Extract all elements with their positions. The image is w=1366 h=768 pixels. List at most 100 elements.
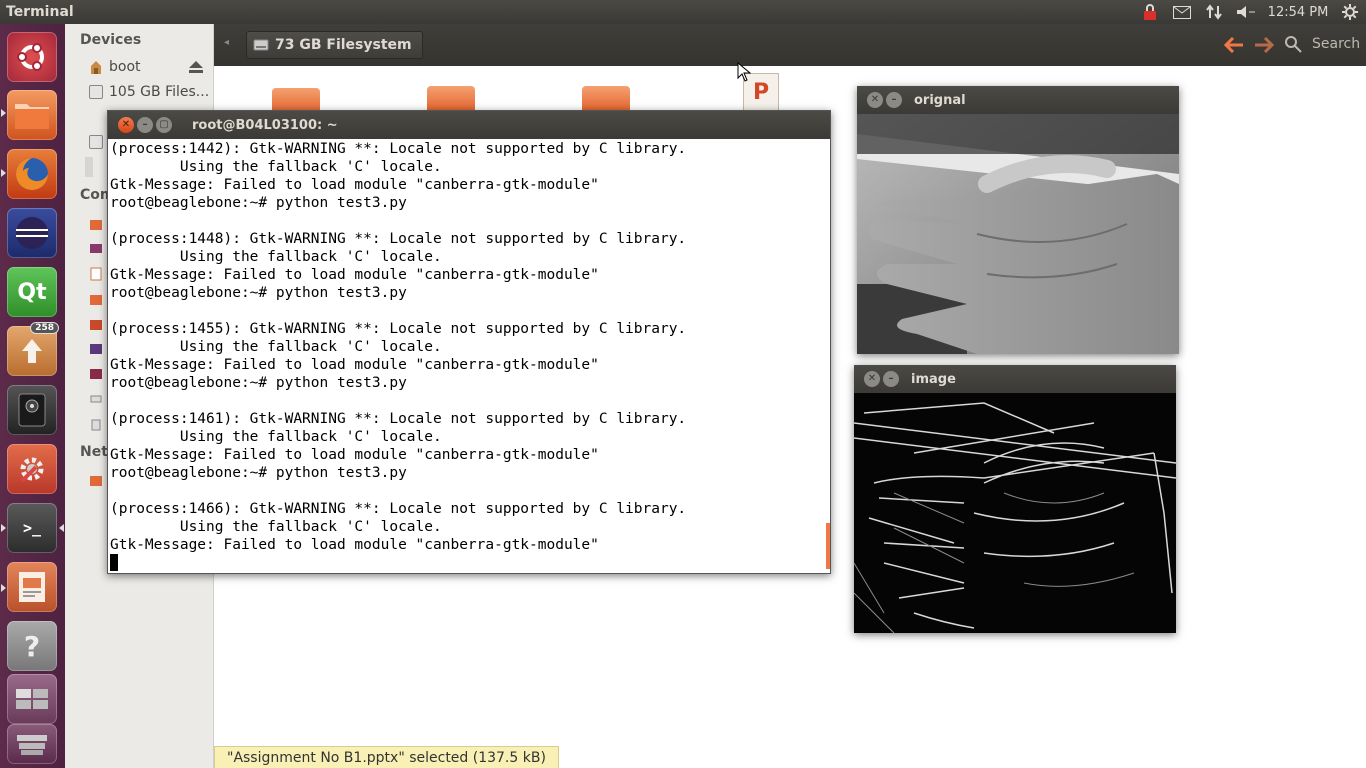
downloads-icon [90,295,102,305]
sidebar-item-browse-network[interactable] [89,470,103,490]
sidebar-item-trash[interactable] [89,414,103,434]
active-app-title: Terminal [6,4,74,20]
terminal-cursor-line[interactable] [110,554,830,572]
close-icon[interactable]: ✕ [867,92,883,108]
system-settings-launcher-button[interactable] [7,444,57,494]
files-launcher-button[interactable] [7,90,57,140]
breadcrumb[interactable]: 73 GB Filesystem [246,31,423,59]
file-manager-toolbar: ◂ 73 GB Filesystem Search [214,24,1366,66]
sidebar-item-videos[interactable] [89,364,103,384]
help-launcher-button[interactable]: ? [7,621,57,671]
terminal-line: root@beaglebone:~# python test3.py [110,375,407,391]
clock[interactable]: 12:54 PM [1262,0,1334,24]
terminal-line: root@beaglebone:~# python test3.py [110,465,407,481]
breadcrumb-left-arrow-icon[interactable]: ◂ [224,37,229,48]
update-count-badge: 258 [30,322,59,334]
running-indicator [1,109,6,117]
sidebar-item-105gb[interactable]: 105 GB Files... [89,82,209,102]
sidebar-item-boot[interactable]: boot [89,57,141,77]
image-edge-window[interactable]: ✕ – image [854,365,1176,633]
workspace-switcher-button[interactable] [7,674,57,724]
volume-icon[interactable] [1230,0,1262,24]
trash-icon [17,735,47,755]
mail-icon[interactable] [1166,0,1198,24]
sidebar-item-desktop[interactable] [89,239,103,259]
qt-creator-launcher-button[interactable]: Qt [7,267,57,317]
update-arrow-icon [22,339,42,363]
orignal-titlebar[interactable]: ✕ – orignal [857,86,1179,114]
sidebar-item-documents[interactable] [89,264,103,284]
terminal-titlebar[interactable]: ✕ – ▢ root@B04L03100: ~ [108,111,830,139]
home-folder-icon [90,220,102,230]
drive-icon [89,135,103,149]
launcher: Qt 258 >_ ? [0,24,65,768]
back-arrow-icon[interactable] [1224,34,1244,56]
eclipse-launcher-button[interactable] [7,208,57,258]
maximize-icon[interactable]: ▢ [156,117,172,133]
sidebar-item-music[interactable] [89,314,103,334]
folder-icon [15,104,49,129]
running-indicator [1,584,6,592]
devices-heading: Devices [80,32,142,48]
impress-launcher-button[interactable] [7,562,57,612]
terminal-line: Using the fallback 'C' locale. [110,519,442,535]
ubuntu-dash-button[interactable] [7,32,57,82]
documents-icon [90,267,102,281]
sidebar-item-home[interactable] [89,214,103,234]
presentation-icon [19,572,45,602]
forward-arrow-icon[interactable] [1254,34,1274,56]
indicator-area: 12:54 PM [1134,0,1366,24]
close-icon[interactable]: ✕ [118,117,134,133]
terminal-line: (process:1442): Gtk-WARNING **: Locale n… [110,141,687,157]
sidebar-item-pictures[interactable] [89,339,103,359]
eclipse-icon [16,217,48,249]
lock-icon[interactable] [1134,0,1166,24]
firefox-launcher-button[interactable] [7,149,57,199]
search-label: Search [1312,36,1361,52]
sidebar-item-drive[interactable] [89,132,103,152]
drive-icon [253,39,269,51]
window-controls: ✕ – [867,92,902,108]
terminal-launcher-button[interactable]: >_ [7,503,57,553]
network-folder-icon [90,476,102,486]
terminal-line: Gtk-Message: Failed to load module "canb… [110,267,599,283]
edge-detected-hand-photo [854,393,1176,633]
trash-button[interactable] [7,724,57,764]
minimize-icon[interactable]: – [137,117,153,133]
sidebar-item-label: boot [109,59,141,75]
top-panel: Terminal 12:54 PM [0,0,1366,24]
terminal-title: root@B04L03100: ~ [192,117,338,133]
terminal-cursor [110,554,118,571]
sidebar-item-downloads[interactable] [89,289,103,309]
scrollbar-thumb[interactable] [826,523,830,569]
trash-small-icon [91,419,101,431]
orignal-image-window[interactable]: ✕ – orignal [857,86,1179,354]
videos-icon [90,369,102,379]
filesystem-icon [90,395,102,403]
sidebar-item-filesystem[interactable] [89,389,103,409]
minimize-icon[interactable]: – [883,371,899,387]
orignal-window-title: orignal [914,92,966,108]
network-icon[interactable] [1198,0,1230,24]
close-icon[interactable]: ✕ [864,371,880,387]
software-updater-launcher-button[interactable]: 258 [7,322,59,376]
search-button[interactable]: Search [1284,35,1360,53]
settings-gear-icon[interactable] [1334,0,1366,24]
sidebar-item-selected[interactable] [85,157,93,177]
terminal-line: (process:1448): Gtk-WARNING **: Locale n… [110,231,687,247]
help-question-icon: ? [23,629,41,663]
minimize-icon[interactable]: – [886,92,902,108]
eject-icon[interactable] [188,60,204,78]
terminal-line: (process:1455): Gtk-WARNING **: Locale n… [110,321,687,337]
terminal-output[interactable]: (process:1442): Gtk-WARNING **: Locale n… [108,139,830,573]
terminal-line: Gtk-Message: Failed to load module "canb… [110,177,599,193]
image-titlebar[interactable]: ✕ – image [854,365,1176,393]
webcam-launcher-button[interactable] [7,385,57,435]
terminal-line: (process:1461): Gtk-WARNING **: Locale n… [110,411,687,427]
network-heading: Net [80,444,108,460]
terminal-window[interactable]: ✕ – ▢ root@B04L03100: ~ (process:1442): … [107,110,831,574]
breadcrumb-label: 73 GB Filesystem [275,37,412,53]
